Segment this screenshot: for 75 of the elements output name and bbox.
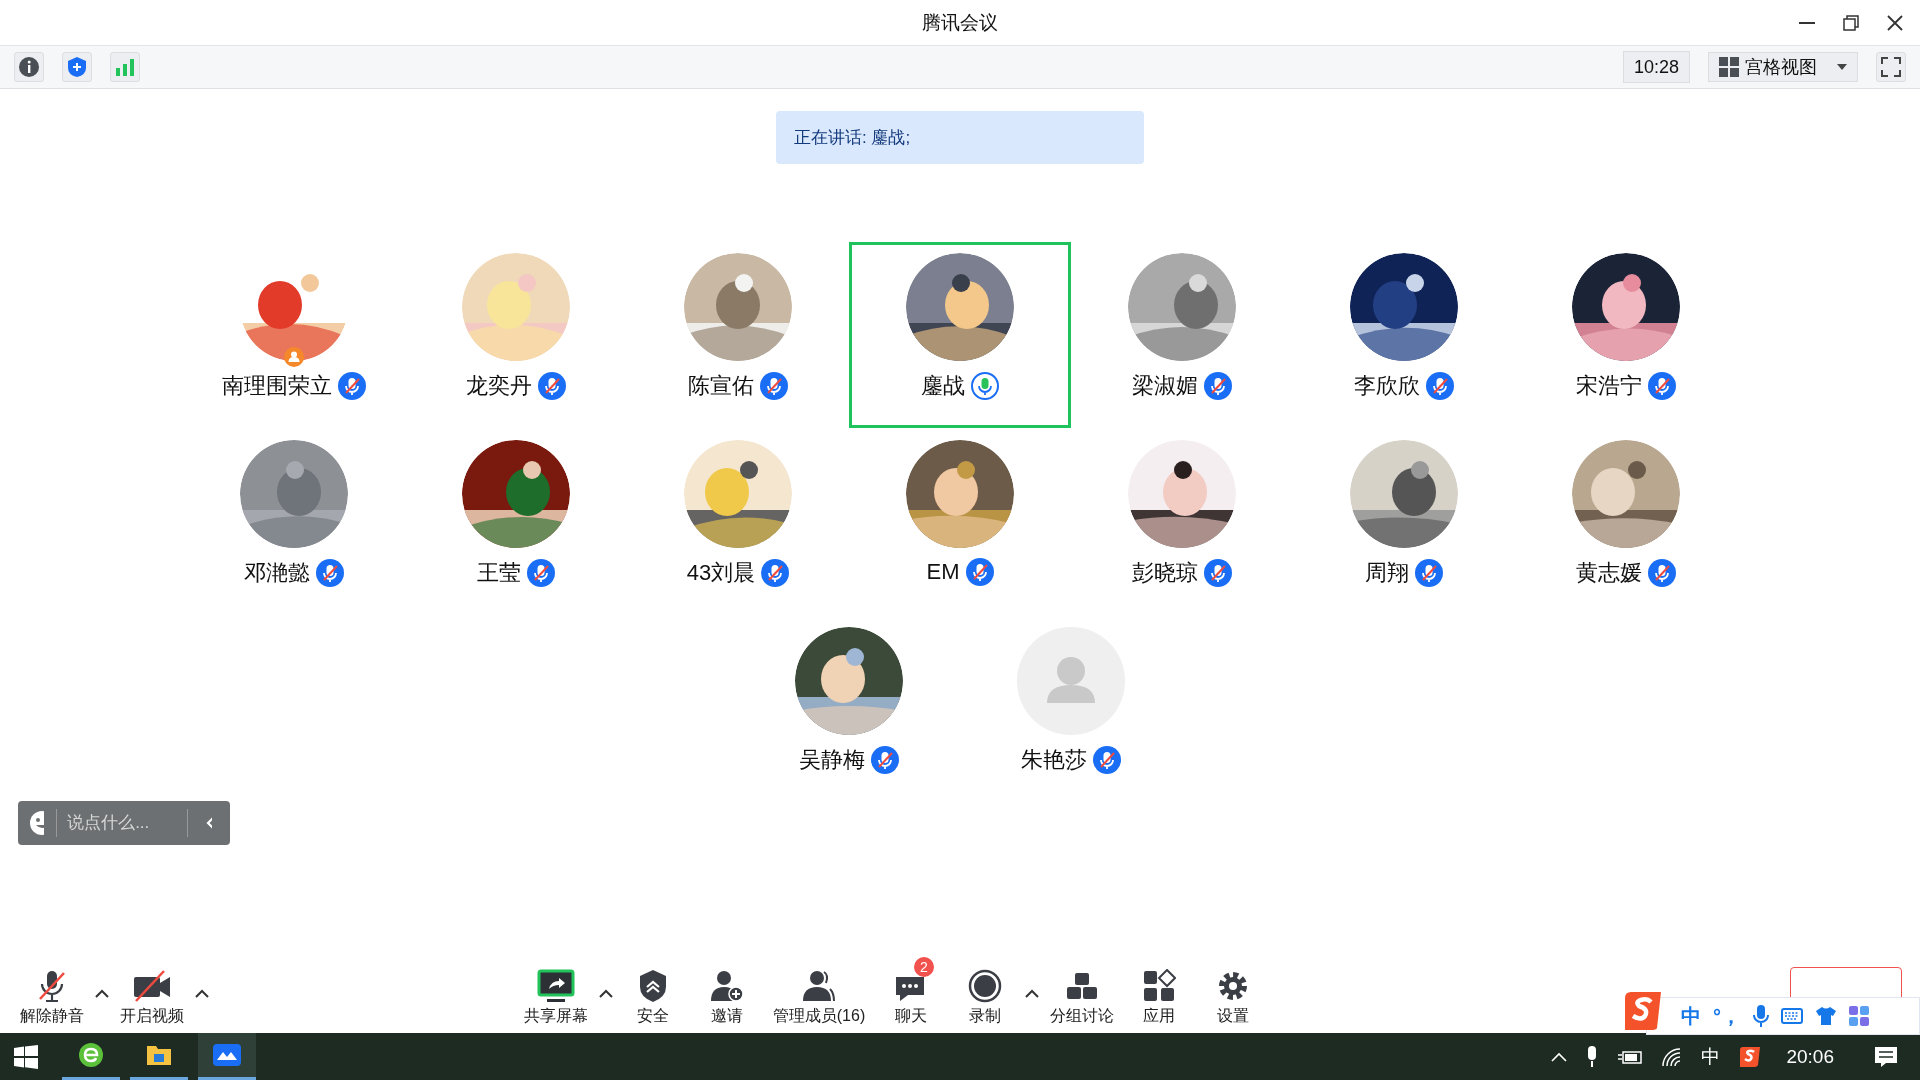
window-title: 腾讯会议 <box>922 10 998 35</box>
chat-bar[interactable]: 说点什么... <box>18 801 230 845</box>
fullscreen-icon <box>1881 57 1901 77</box>
participant-name: 龙奕丹 <box>466 372 532 400</box>
toolbar-button[interactable]: 录制 <box>948 969 1022 1027</box>
caret-up-icon <box>599 988 613 998</box>
participant-name: 南理围荣立 <box>222 372 332 400</box>
grid-icon <box>1719 57 1739 77</box>
collapse-chevron-icon[interactable] <box>206 815 212 831</box>
video-off-icon <box>132 969 172 1003</box>
security-shield-button[interactable] <box>62 52 92 82</box>
participant-name: 梁淑媚 <box>1132 372 1198 400</box>
toolbar-button[interactable]: 安全 <box>616 969 690 1027</box>
caret-up-icon <box>95 988 109 998</box>
battery-icon[interactable] <box>1617 1048 1644 1065</box>
settings-icon <box>1216 969 1250 1003</box>
screen-share-icon <box>537 969 575 1003</box>
meeting-time: 10:28 <box>1622 51 1690 83</box>
clock[interactable]: 20:06 <box>1786 1045 1834 1068</box>
ime-indicator[interactable]: 中 <box>1701 1043 1721 1070</box>
shirt-icon[interactable] <box>1815 1006 1837 1026</box>
participant-name: 吴静梅 <box>799 746 865 774</box>
participant-name: 陈宣佑 <box>688 372 754 400</box>
shield-icon <box>67 56 87 78</box>
keyboard-icon[interactable] <box>1781 1008 1803 1024</box>
toolbar-button[interactable]: 邀请 <box>690 969 764 1027</box>
windows-logo-icon <box>14 1044 38 1069</box>
apps-icon <box>1142 969 1176 1003</box>
apps-grid-icon[interactable] <box>1849 1006 1869 1026</box>
caret-up-icon <box>1025 988 1039 998</box>
caret-up-icon[interactable] <box>1551 1051 1568 1062</box>
signal-bars-icon <box>115 58 135 76</box>
members-icon <box>801 969 837 1003</box>
participant-name: 周翔 <box>1365 559 1409 587</box>
chat-input-field[interactable]: 说点什么... <box>56 809 189 837</box>
toolbar-button[interactable]: 开启视频 <box>112 969 192 1027</box>
shield-icon <box>638 969 668 1003</box>
record-icon <box>968 969 1002 1003</box>
info-button[interactable] <box>14 52 44 82</box>
caret-up-icon <box>195 988 209 998</box>
view-mode-dropdown[interactable]: 宫格视图 <box>1708 52 1858 82</box>
toolbar-button[interactable]: 分组讨论 <box>1042 969 1122 1027</box>
meeting-app-icon <box>213 1044 241 1066</box>
minimize-icon <box>1799 22 1815 24</box>
toolbar-button[interactable]: 解除静音 <box>12 969 92 1027</box>
close-icon <box>1887 15 1903 31</box>
participant-name: 彭晓琼 <box>1132 559 1198 587</box>
toolbar-button[interactable]: 设置 <box>1196 969 1270 1027</box>
notification-icon[interactable] <box>1874 1045 1898 1068</box>
participant-name: 邓滟懿 <box>244 559 310 587</box>
browser-icon <box>78 1042 104 1068</box>
ime-mode[interactable]: 中 <box>1681 1002 1701 1030</box>
ime-punctuation[interactable]: °， <box>1713 1002 1741 1030</box>
toolbar-button[interactable]: 应用 <box>1122 969 1196 1027</box>
participant-name: 鏖战 <box>921 372 965 400</box>
fullscreen-button[interactable] <box>1876 52 1906 82</box>
dropdown-arrow-icon <box>1837 64 1847 70</box>
info-icon <box>19 57 39 77</box>
add-user-icon <box>709 969 745 1003</box>
taskbar-app[interactable] <box>198 1033 256 1080</box>
speaking-banner: 正在讲话: 鏖战; <box>776 111 1144 164</box>
participant-name: 李欣欣 <box>1354 372 1420 400</box>
restore-icon <box>1843 15 1859 31</box>
participant-name: 43刘晨 <box>686 559 756 587</box>
unread-badge: 2 <box>914 957 934 977</box>
avatar-placeholder-icon <box>1017 627 1125 735</box>
participant-name: 王莹 <box>477 559 521 587</box>
participant-name: 宋浩宁 <box>1576 372 1642 400</box>
participant-name: 黄志媛 <box>1576 559 1642 587</box>
folder-icon <box>146 1044 172 1066</box>
participant-name: EM <box>926 559 960 585</box>
participant-name: 朱艳莎 <box>1021 746 1087 774</box>
sogou-logo-icon[interactable] <box>1738 1045 1763 1068</box>
toolbar-button[interactable]: 管理成员(16) <box>764 969 874 1027</box>
toolbar-button[interactable]: 共享屏幕 <box>516 969 596 1027</box>
